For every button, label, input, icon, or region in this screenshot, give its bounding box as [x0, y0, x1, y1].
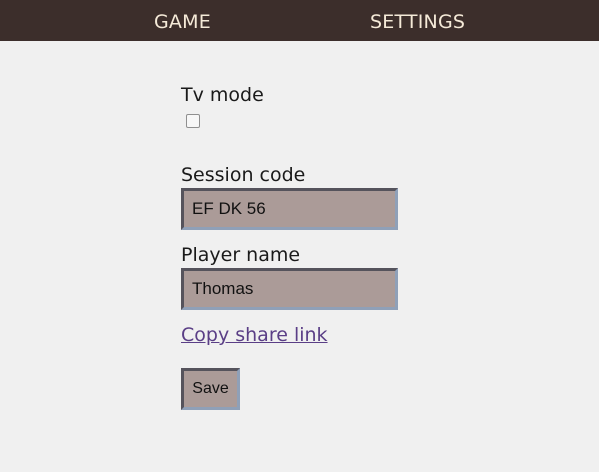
session-code-label: Session code [181, 164, 306, 186]
tv-mode-checkbox[interactable] [186, 114, 200, 128]
player-name-field[interactable]: Thomas [181, 268, 398, 310]
tab-settings[interactable]: SETTINGS [370, 0, 465, 41]
save-button[interactable]: Save [181, 368, 240, 410]
top-nav-bar: GAME SETTINGS [0, 0, 599, 41]
tab-game[interactable]: GAME [154, 0, 211, 41]
tv-mode-label: Tv mode [181, 84, 264, 106]
session-code-field[interactable]: EF DK 56 [181, 188, 398, 230]
copy-share-link[interactable]: Copy share link [181, 324, 328, 346]
player-name-label: Player name [181, 244, 301, 266]
